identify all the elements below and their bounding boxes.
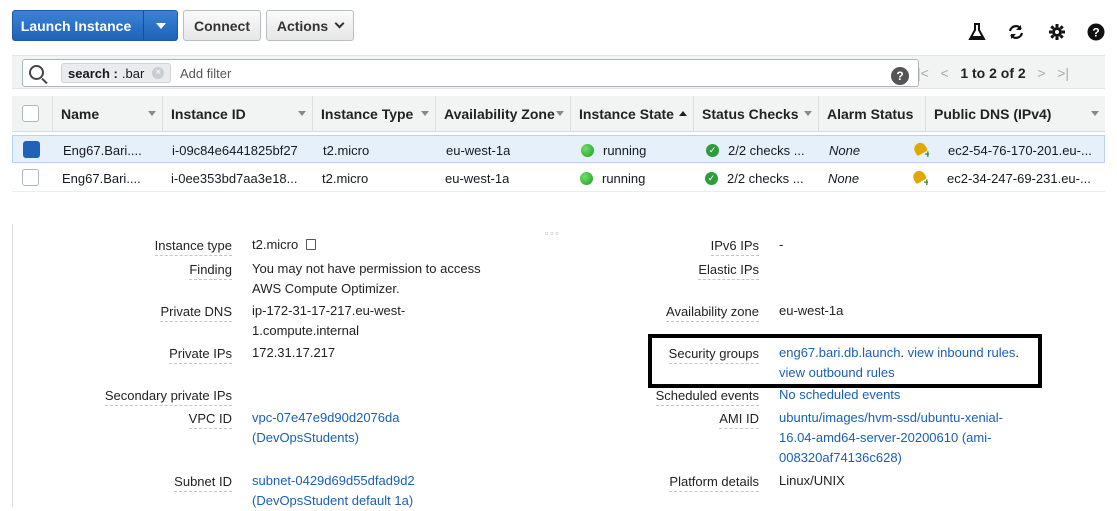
filter-input-box[interactable]: search : .bar × Add filter ? — [22, 59, 919, 87]
gear-icon[interactable] — [1047, 22, 1067, 42]
row-checkbox[interactable] — [23, 141, 40, 158]
top-toolbar: Launch Instance Connect Actions ? — [0, 0, 1117, 52]
row-checkbox[interactable] — [22, 169, 39, 186]
launch-dropdown-toggle[interactable] — [143, 11, 177, 40]
add-alarm-icon[interactable] — [912, 164, 928, 192]
last-page-icon[interactable]: >| — [1057, 65, 1069, 81]
status-checks: ✓ 2/2 checks ... — [706, 136, 816, 164]
scheduled-events-label: Scheduled events — [560, 388, 759, 406]
subnet-id-link[interactable]: subnet-0429d69d55dfad9d2 (DevOpsStudent d… — [252, 471, 415, 511]
filter-token[interactable]: search : .bar × — [61, 63, 172, 83]
alarm-status: None — [829, 142, 861, 158]
public-dns: ec2-34-247-69-231.eu-... — [947, 170, 1091, 186]
caret-down-icon — [155, 22, 166, 29]
elastic-ips-label: Elastic IPs — [560, 262, 759, 280]
instance-type-value: t2.micro — [252, 235, 317, 255]
filter-bar: search : .bar × Add filter ? |< < 1 to 2… — [12, 55, 1105, 89]
instance-type: t2.micro — [322, 170, 369, 186]
actions-label: Actions — [276, 17, 329, 34]
status-checks: ✓ 2/2 checks ... — [705, 164, 815, 192]
availability-zone-value: eu-west-1a — [779, 303, 844, 318]
resize-handle[interactable]: ▫▫▫ — [545, 228, 561, 238]
instance-state: running — [581, 136, 646, 164]
instance-name: Eng67.Bari.... — [62, 170, 141, 186]
pagination: |< < 1 to 2 of 2 > >| — [917, 65, 1069, 81]
col-instance-id[interactable]: Instance ID — [162, 96, 312, 132]
col-availability-zone[interactable]: Availability Zone — [435, 96, 570, 132]
col-instance-state[interactable]: Instance State — [570, 96, 693, 132]
col-alarm-status[interactable]: Alarm Status — [818, 96, 925, 132]
instances-table-header: Name Instance ID Instance Type Availabil… — [12, 96, 1105, 132]
table-row[interactable]: Eng67.Bari.... i-0ee353bd7aa3e18... t2.m… — [12, 164, 1105, 192]
col-instance-type[interactable]: Instance Type — [312, 96, 435, 132]
private-ips-label: Private IPs — [40, 346, 232, 364]
instance-name: Eng67.Bari.... — [63, 142, 142, 158]
filter-token-key: search : — [68, 65, 118, 81]
finding-label: Finding — [40, 262, 232, 280]
svg-text:?: ? — [1092, 26, 1099, 40]
finding-value: You may not have permission to access AWS… — [252, 261, 481, 296]
availability-zone: eu-west-1a — [446, 142, 511, 158]
running-status-icon — [581, 143, 594, 157]
chevron-down-icon — [334, 18, 345, 29]
instance-state: running — [580, 164, 645, 192]
check-icon: ✓ — [706, 143, 719, 157]
connect-label: Connect — [194, 17, 250, 34]
help-icon[interactable]: ? — [1086, 22, 1106, 42]
ipv6-ips-value: - — [779, 237, 784, 252]
instance-type-label: Instance type — [40, 238, 232, 256]
platform-details-label: Platform details — [560, 474, 759, 492]
running-status-icon — [580, 171, 593, 185]
add-alarm-icon[interactable] — [913, 136, 929, 164]
copy-icon[interactable] — [306, 239, 317, 250]
col-status-checks[interactable]: Status Checks — [693, 96, 818, 132]
instance-id: i-0ee353bd7aa3e18... — [171, 170, 298, 186]
availability-zone-label: Availability zone — [560, 304, 759, 322]
col-public-dns[interactable]: Public DNS (IPv4) — [925, 96, 1105, 132]
actions-button[interactable]: Actions — [266, 10, 354, 41]
instance-id: i-09c84e6441825bf27 — [172, 142, 298, 158]
private-dns-label: Private DNS — [40, 304, 232, 322]
launch-instance-label: Launch Instance — [20, 17, 132, 34]
page-count: 1 to 2 of 2 — [960, 65, 1026, 81]
select-all-checkbox[interactable] — [22, 105, 39, 122]
remove-token-icon[interactable]: × — [152, 67, 165, 79]
col-name[interactable]: Name — [52, 96, 162, 132]
check-icon: ✓ — [705, 171, 718, 185]
refresh-icon[interactable] — [1006, 22, 1026, 42]
next-page-icon[interactable]: > — [1037, 65, 1045, 81]
launch-instance-button[interactable]: Launch Instance — [12, 10, 178, 41]
filter-token-value: .bar — [121, 65, 145, 81]
add-filter-placeholder[interactable]: Add filter — [180, 66, 231, 81]
table-row[interactable]: Eng67.Bari.... i-09c84e6441825bf27 t2.mi… — [12, 135, 1105, 163]
instance-type: t2.micro — [323, 142, 370, 158]
availability-zone: eu-west-1a — [445, 170, 510, 186]
highlight-box — [648, 334, 1042, 388]
ami-id-label: AMI ID — [560, 411, 759, 429]
scheduled-events-link[interactable]: No scheduled events — [779, 385, 900, 405]
vpc-id-label: VPC ID — [40, 411, 232, 429]
flask-icon[interactable] — [967, 22, 987, 42]
private-ips-value: 172.31.17.217 — [252, 345, 336, 360]
first-page-icon[interactable]: |< — [917, 65, 929, 81]
public-dns: ec2-54-76-170-201.eu-... — [948, 142, 1092, 158]
private-dns-value: ip-172-31-17-217.eu-west- 1.compute.inter… — [252, 303, 406, 338]
platform-details-value: Linux/UNIX — [779, 473, 845, 488]
subnet-id-label: Subnet ID — [40, 474, 232, 492]
vpc-id-link[interactable]: vpc-07e47e9d90d2076da (DevOpsStudents) — [252, 408, 399, 448]
ami-id-link[interactable]: ubuntu/images/hvm-ssd/ubuntu-xenial- 16.0… — [779, 408, 1003, 468]
prev-page-icon[interactable]: < — [940, 65, 948, 81]
alarm-status: None — [828, 170, 860, 186]
secondary-private-ips-label: Secondary private IPs — [40, 388, 232, 406]
filter-help-icon[interactable]: ? — [891, 67, 909, 85]
connect-button[interactable]: Connect — [183, 10, 261, 41]
ipv6-ips-label: IPv6 IPs — [560, 238, 759, 256]
search-icon — [29, 65, 44, 80]
